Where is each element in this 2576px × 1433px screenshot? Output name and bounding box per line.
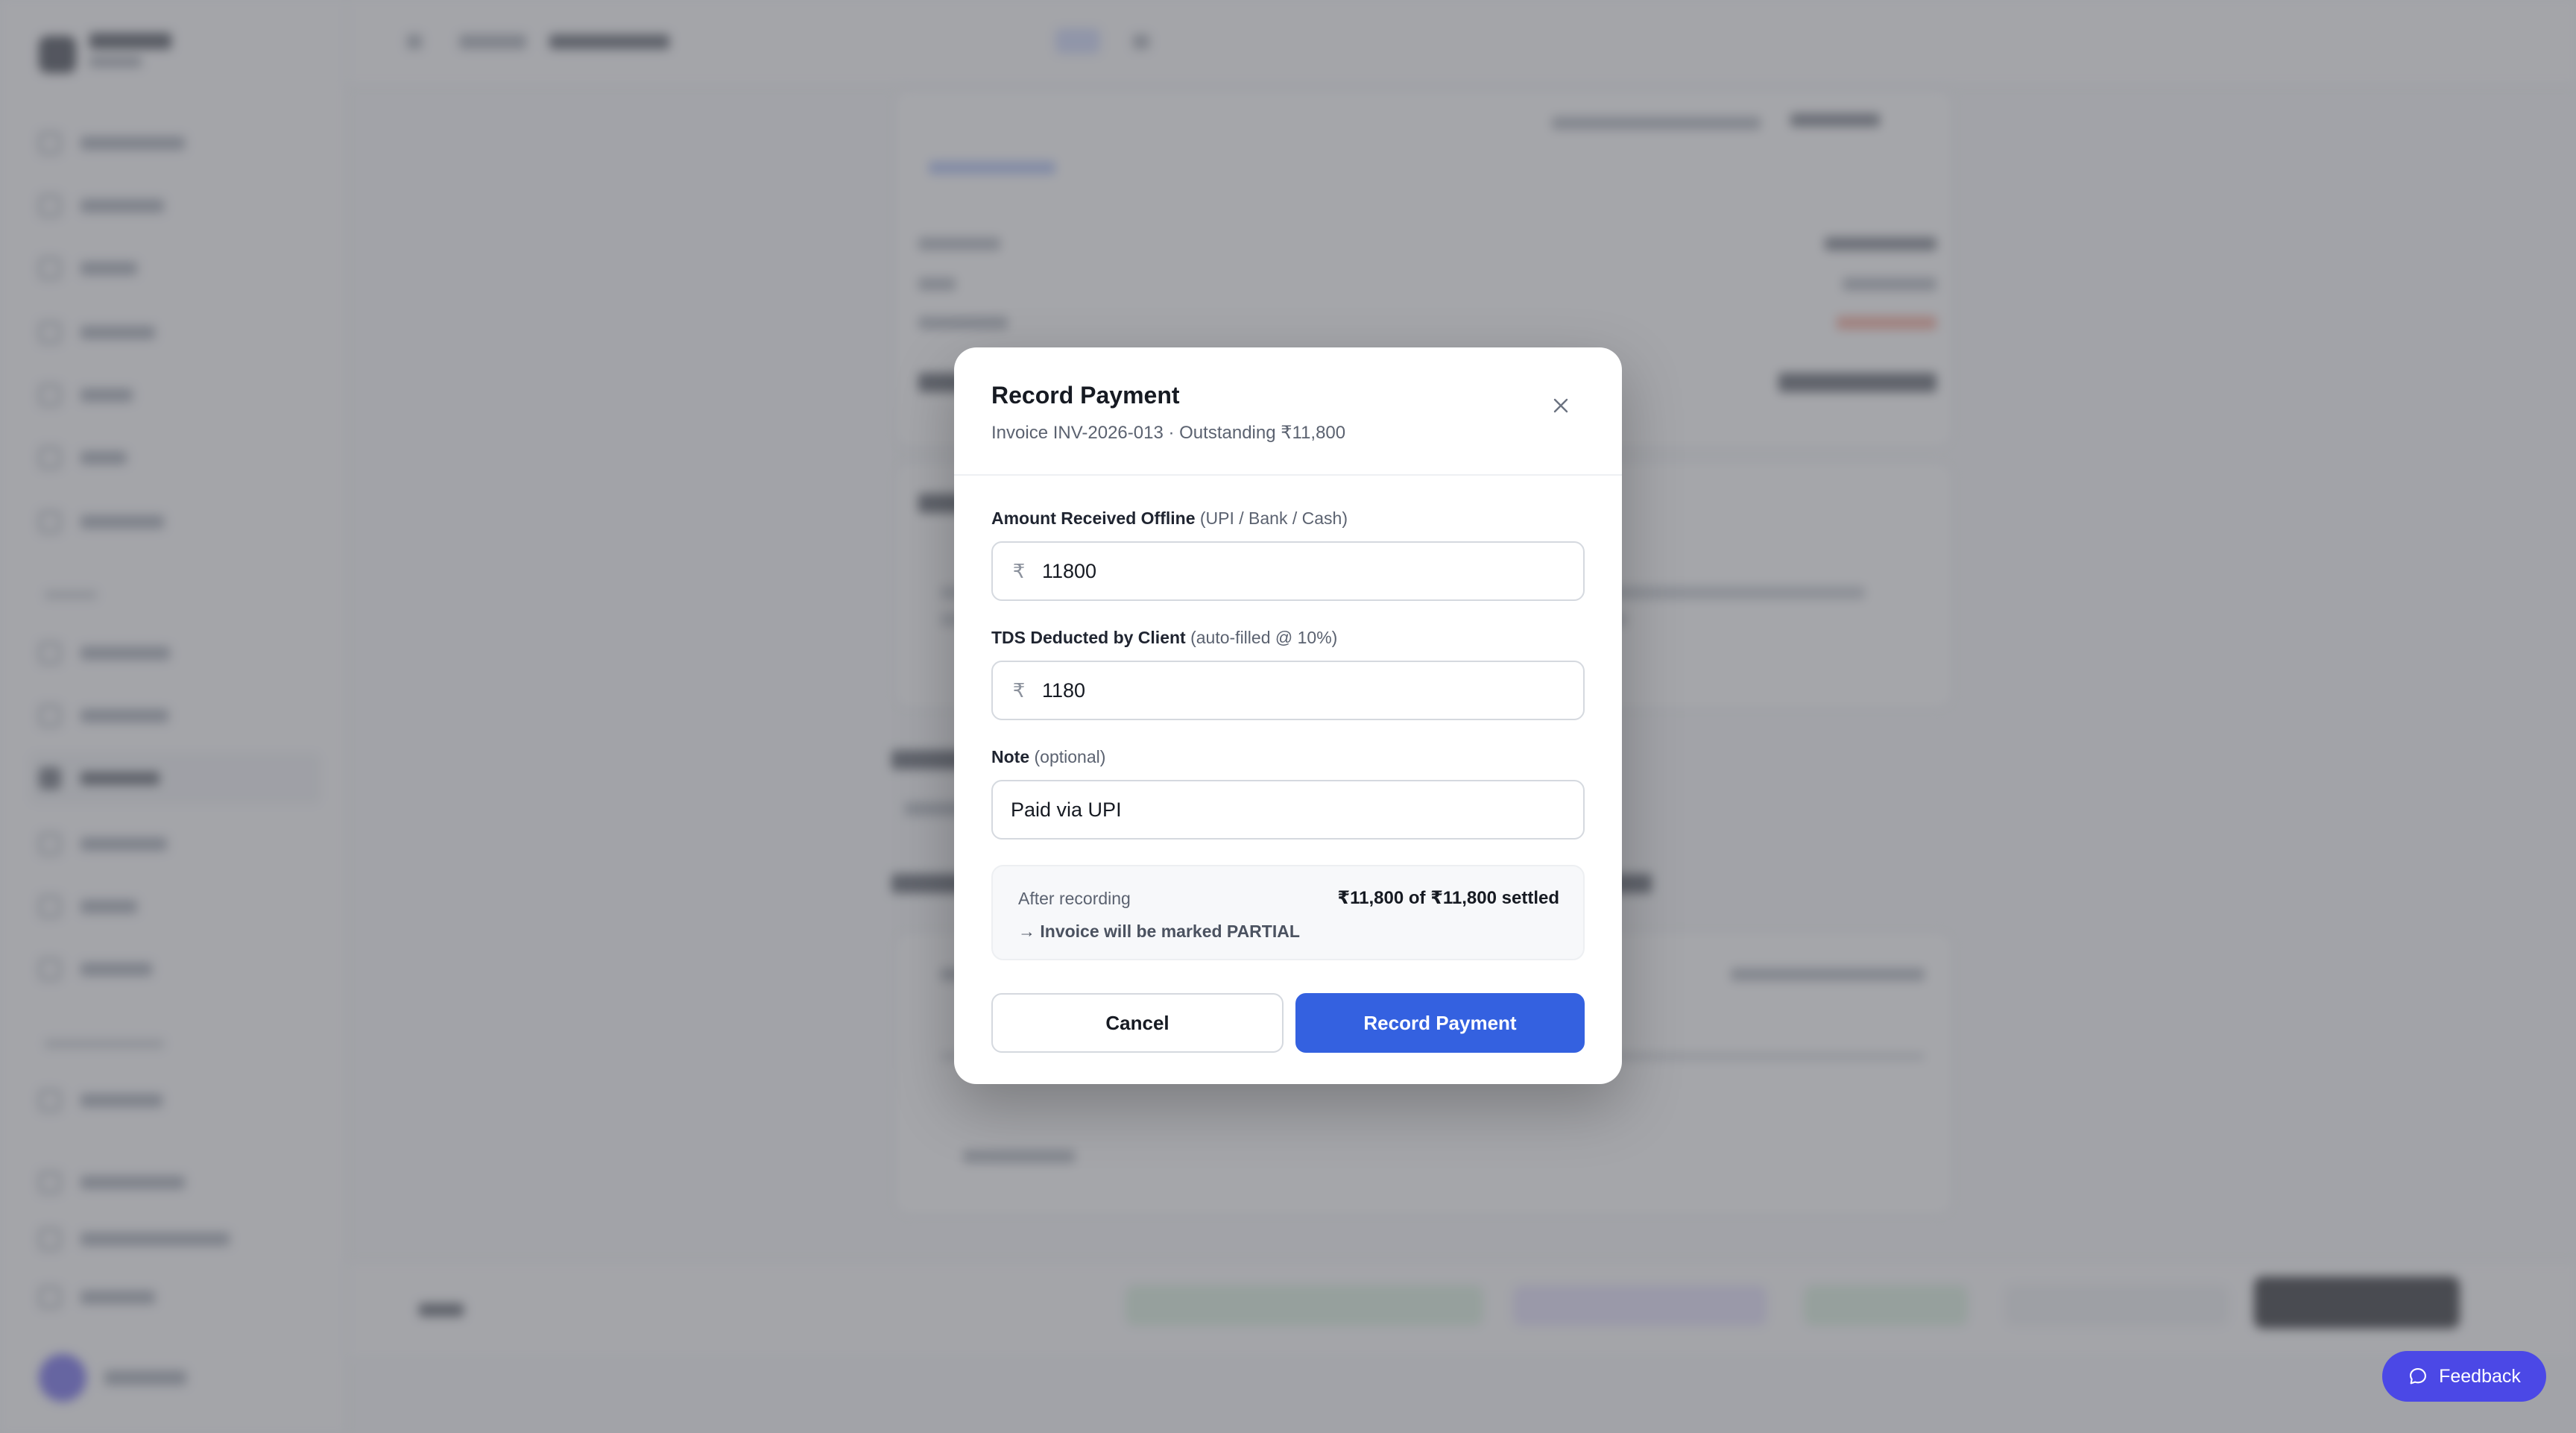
amount-hint: (UPI / Bank / Cash)	[1199, 508, 1348, 528]
note-label: Note (optional)	[991, 747, 1106, 766]
rupee-icon: ₹	[1012, 678, 1026, 702]
tds-hint: (auto-filled @ 10%)	[1190, 628, 1338, 647]
rupee-icon: ₹	[1012, 559, 1026, 582]
note-input[interactable]	[993, 781, 1583, 838]
record-payment-button[interactable]: Record Payment	[1295, 993, 1585, 1053]
payment-summary: After recording ₹11,800 of ₹11,800 settl…	[991, 865, 1585, 960]
modal-subtitle: Invoice INV-2026-013 · Outstanding ₹11,8…	[991, 423, 1346, 443]
tds-label: TDS Deducted by Client (auto-filled @ 10…	[991, 628, 1338, 647]
close-icon	[1553, 398, 1568, 413]
summary-value: ₹11,800 of ₹11,800 settled	[1337, 888, 1559, 908]
close-button[interactable]	[1541, 386, 1580, 425]
amount-label: Amount Received Offline (UPI / Bank / Ca…	[991, 508, 1348, 528]
amount-input[interactable]	[1042, 543, 1583, 599]
modal-header: Record Payment Invoice INV-2026-013 · Ou…	[954, 347, 1622, 476]
note-hint: (optional)	[1034, 747, 1106, 766]
modal-title: Record Payment	[991, 382, 1180, 409]
feedback-label: Feedback	[2439, 1365, 2521, 1387]
chat-bubble-icon	[2410, 1368, 2427, 1385]
tds-field[interactable]: ₹	[991, 661, 1585, 720]
note-field[interactable]	[991, 780, 1585, 840]
cancel-button[interactable]: Cancel	[991, 993, 1284, 1053]
feedback-button[interactable]: Feedback	[2382, 1351, 2546, 1402]
summary-status-note: → Invoice will be marked PARTIAL	[1018, 922, 1300, 941]
record-payment-modal: Record Payment Invoice INV-2026-013 · Ou…	[954, 347, 1622, 1084]
tds-input[interactable]	[1042, 662, 1583, 719]
summary-label: After recording	[1018, 889, 1131, 908]
amount-field[interactable]: ₹	[991, 541, 1585, 601]
